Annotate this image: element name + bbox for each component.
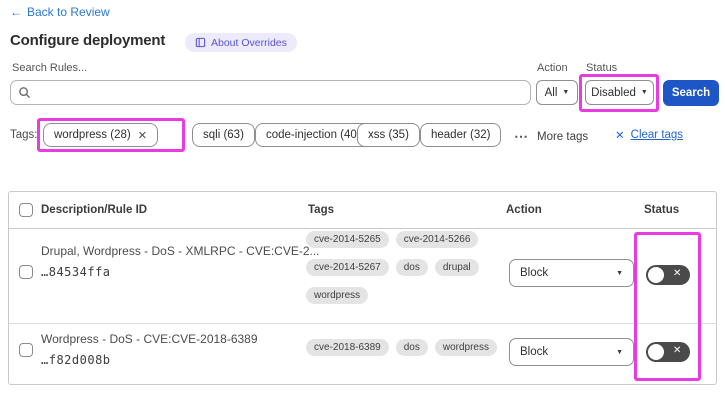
col-header-tags: Tags <box>308 204 334 216</box>
action-filter-value: All <box>544 86 558 99</box>
rule-id: …84534ffa <box>41 265 111 279</box>
rule-tag: cve-2014-5267 <box>306 259 389 276</box>
action-value: Block <box>520 267 549 279</box>
rule-tags: cve-2014-5265 cve-2014-5266 <box>306 231 479 248</box>
status-filter-label: Status <box>586 62 618 74</box>
col-header-description: Description/Rule ID <box>41 204 148 216</box>
divider <box>9 323 716 324</box>
tag-filter-label: xss (35) <box>368 129 409 141</box>
status-filter-dropdown[interactable]: Disabled ▼ <box>585 80 654 105</box>
action-dropdown[interactable]: Block ▼ <box>509 338 634 366</box>
chevron-down-icon: ▼ <box>640 89 648 96</box>
back-to-review-link[interactable]: ← Back to Review <box>10 5 110 19</box>
search-rules-input[interactable] <box>37 85 523 100</box>
rule-tags: wordpress <box>306 287 369 304</box>
tag-filter-xss[interactable]: xss (35) <box>357 123 420 147</box>
ellipsis-icon: ⋯ <box>514 128 529 144</box>
rule-tag: cve-2018-6389 <box>306 339 389 356</box>
toggle-x-icon: ✕ <box>673 268 682 279</box>
rule-tag: cve-2014-5266 <box>395 231 479 248</box>
action-filter-label: Action <box>537 62 568 74</box>
chevron-down-icon: ▼ <box>616 269 623 277</box>
tag-filter-header[interactable]: header (32) <box>420 123 502 147</box>
search-icon <box>18 86 31 99</box>
back-link-label: Back to Review <box>27 5 110 19</box>
book-icon <box>195 37 206 48</box>
tag-filter-sqli[interactable]: sqli (63) <box>192 123 255 147</box>
rules-table: Description/Rule ID Tags Action Status D… <box>8 191 717 385</box>
search-button[interactable]: Search <box>663 80 719 106</box>
toggle-knob <box>648 267 664 283</box>
rule-id: …f82d008b <box>41 353 111 367</box>
tag-filter-label: header (32) <box>431 129 491 141</box>
chevron-down-icon: ▼ <box>616 348 623 356</box>
tag-filter-code-injection[interactable]: code-injection (40) <box>255 123 372 147</box>
divider <box>9 228 716 229</box>
back-arrow-icon: ← <box>10 5 22 19</box>
clear-tags-label: Clear tags <box>630 129 684 141</box>
about-overrides-label: About Overrides <box>211 36 287 49</box>
rule-tags: cve-2018-6389 dos wordpress <box>306 339 497 356</box>
tag-filter-label: sqli (63) <box>203 129 244 141</box>
col-header-status: Status <box>644 204 680 216</box>
status-toggle-off[interactable]: ✕ <box>646 342 690 362</box>
tags-label: Tags: <box>10 129 38 141</box>
row-checkbox[interactable] <box>19 265 33 279</box>
more-tags-button[interactable]: ⋯ More tags <box>514 128 588 145</box>
rule-description: Drupal, Wordpress - DoS - XMLRPC - CVE:C… <box>41 244 320 258</box>
clear-tags-link[interactable]: ✕ Clear tags <box>615 128 683 142</box>
page-title: Configure deployment <box>10 32 166 49</box>
about-overrides-badge[interactable]: About Overrides <box>185 33 297 52</box>
col-header-action: Action <box>506 204 542 216</box>
remove-tag-icon[interactable]: ✕ <box>138 129 147 142</box>
row-checkbox[interactable] <box>19 343 33 357</box>
rule-tag: dos <box>395 259 428 276</box>
chevron-down-icon: ▼ <box>562 89 570 96</box>
rule-tag: dos <box>395 339 428 356</box>
action-dropdown[interactable]: Block ▼ <box>509 259 634 287</box>
rule-tag: wordpress <box>306 287 369 304</box>
rule-description: Wordpress - DoS - CVE:CVE-2018-6389 <box>41 332 258 346</box>
rule-tag: drupal <box>434 259 479 276</box>
tag-filter-label: code-injection (40) <box>266 129 361 141</box>
rule-tag: cve-2014-5265 <box>306 231 389 248</box>
search-rules-input-box[interactable] <box>10 80 531 105</box>
clear-x-icon: ✕ <box>615 130 625 142</box>
configure-deployment-page: ← Back to Review Configure deployment Ab… <box>0 0 725 406</box>
more-tags-label: More tags <box>537 130 589 143</box>
rule-tag: wordpress <box>434 339 497 356</box>
tag-filter-wordpress[interactable]: wordpress (28) ✕ <box>43 123 158 147</box>
toggle-x-icon: ✕ <box>673 345 682 356</box>
select-all-checkbox[interactable] <box>19 203 33 217</box>
toggle-knob <box>648 344 664 360</box>
action-filter-dropdown[interactable]: All ▼ <box>536 80 578 105</box>
rule-tags: cve-2014-5267 dos drupal <box>306 259 479 276</box>
tag-filter-label: wordpress (28) <box>54 129 131 141</box>
search-rules-label: Search Rules... <box>12 62 88 74</box>
status-toggle-off[interactable]: ✕ <box>646 265 690 285</box>
status-filter-value: Disabled <box>591 86 636 99</box>
action-value: Block <box>520 346 549 358</box>
